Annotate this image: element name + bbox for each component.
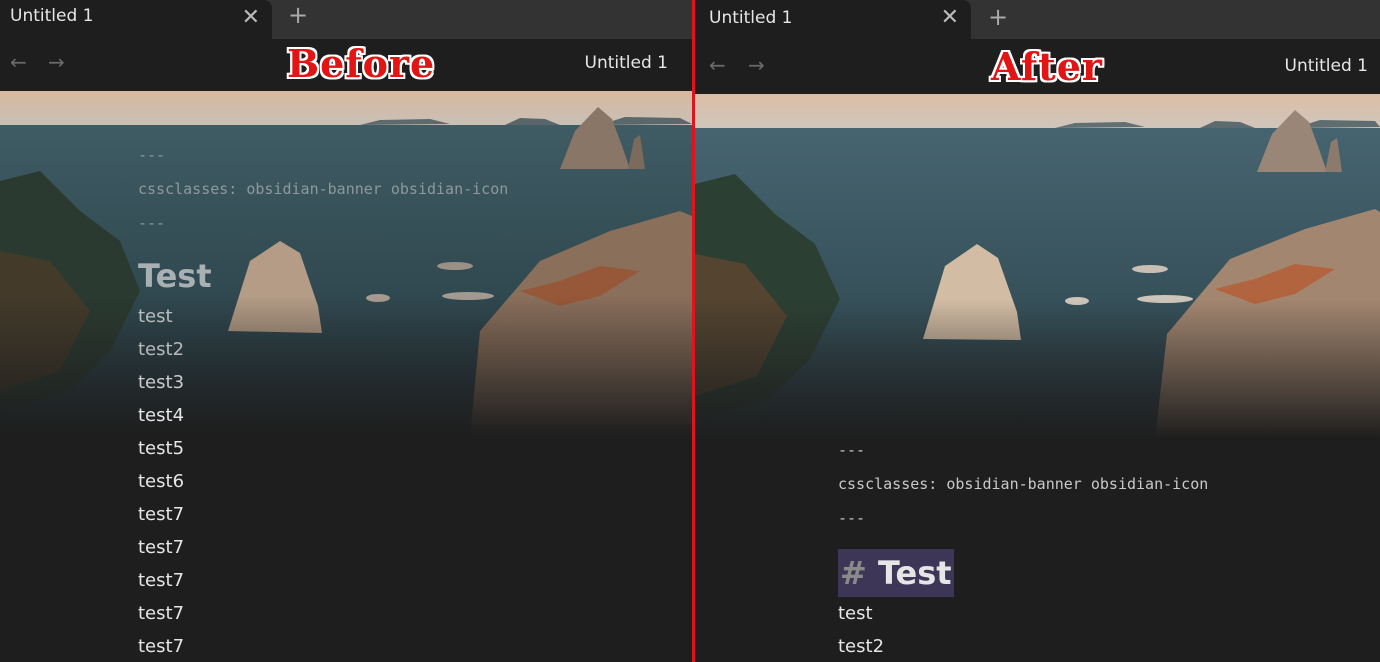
note-heading[interactable]: # Test xyxy=(838,549,1208,597)
frontmatter-delimiter: --- xyxy=(138,214,166,232)
forward-arrow-icon[interactable]: → xyxy=(748,53,765,77)
view-header: ← → Before Untitled 1 xyxy=(0,39,692,91)
view-title[interactable]: Untitled 1 xyxy=(1285,56,1368,76)
note-content[interactable]: --- cssclasses: obsidian-banner obsidian… xyxy=(138,138,508,662)
back-arrow-icon[interactable]: ← xyxy=(709,53,726,77)
banner-fade xyxy=(695,299,1380,439)
heading-hash: # xyxy=(840,554,867,592)
frontmatter-cssclasses: cssclasses: obsidian-banner obsidian-ico… xyxy=(838,475,1209,493)
forward-arrow-icon[interactable]: → xyxy=(48,50,65,74)
note-content[interactable]: --- cssclasses: obsidian-banner obsidian… xyxy=(838,433,1208,662)
back-arrow-icon[interactable]: ← xyxy=(10,50,27,74)
note-heading: Test xyxy=(138,257,212,295)
before-label: Before xyxy=(287,41,436,86)
list-item: test7 xyxy=(138,570,185,591)
list-item: test3 xyxy=(138,372,185,393)
banner-image xyxy=(695,94,1380,439)
list-item: test2 xyxy=(138,339,185,360)
before-pane: Untitled 1 ✕ + ← → Before Untitled 1 ---… xyxy=(0,0,692,662)
new-tab-icon[interactable]: + xyxy=(288,1,308,29)
tab-untitled-1[interactable]: Untitled 1 ✕ xyxy=(695,0,971,41)
new-tab-icon[interactable]: + xyxy=(988,3,1008,31)
close-icon[interactable]: ✕ xyxy=(941,5,959,30)
view-header: ← → After Untitled 1 xyxy=(695,41,1380,94)
after-pane: Untitled 1 ✕ + ← → After Untitled 1 --- … xyxy=(695,0,1380,662)
tab-untitled-1[interactable]: Untitled 1 ✕ xyxy=(0,0,272,39)
list-item: test4 xyxy=(138,405,185,426)
tab-title: Untitled 1 xyxy=(709,8,793,28)
after-label: After xyxy=(991,44,1103,89)
frontmatter-delimiter: --- xyxy=(138,146,166,164)
list-item: test7 xyxy=(138,636,185,657)
list-item: test2 xyxy=(838,636,885,657)
close-icon[interactable]: ✕ xyxy=(242,5,260,30)
list-item: test7 xyxy=(138,504,185,525)
list-item: test7 xyxy=(138,603,185,624)
list-item: test7 xyxy=(138,537,185,558)
tab-strip: Untitled 1 ✕ + xyxy=(695,0,1380,41)
list-item: test xyxy=(138,306,173,327)
frontmatter-cssclasses: cssclasses: obsidian-banner obsidian-ico… xyxy=(138,180,509,198)
frontmatter-delimiter: --- xyxy=(838,441,866,459)
view-title[interactable]: Untitled 1 xyxy=(585,53,668,73)
tab-title: Untitled 1 xyxy=(10,6,94,26)
heading-text: Test xyxy=(877,554,952,592)
list-item: test5 xyxy=(138,438,185,459)
list-item: test6 xyxy=(138,471,185,492)
heading-highlight: # Test xyxy=(838,549,954,597)
list-item: test xyxy=(838,603,873,624)
tab-strip: Untitled 1 ✕ + xyxy=(0,0,692,39)
frontmatter-delimiter: --- xyxy=(838,509,866,527)
